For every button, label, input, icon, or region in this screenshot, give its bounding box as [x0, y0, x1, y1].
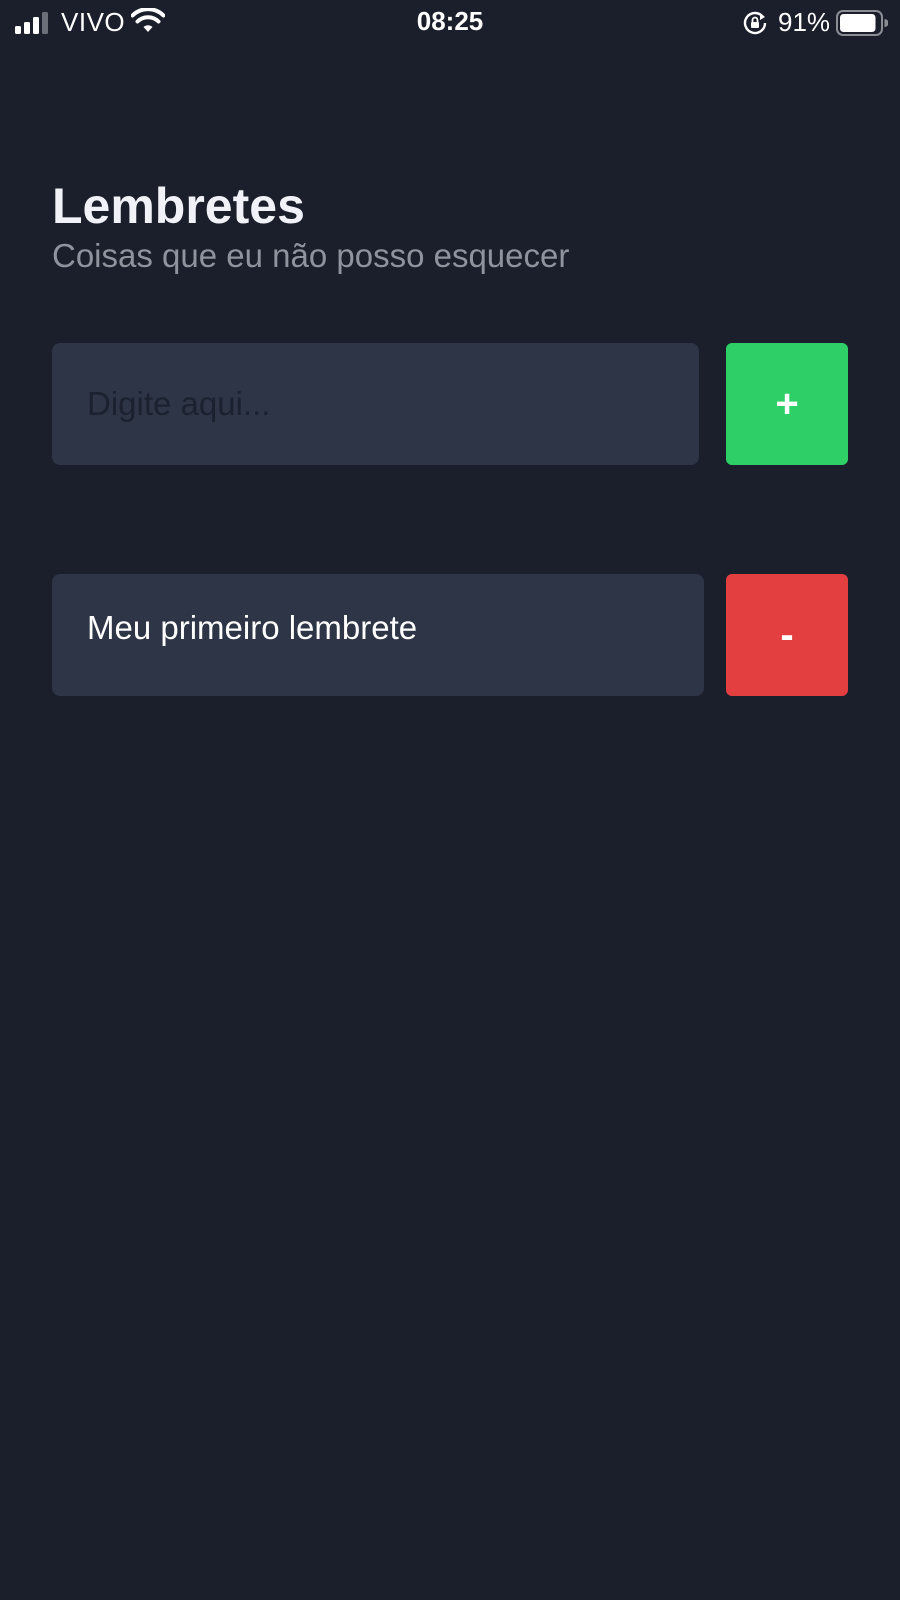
list-item: Meu primeiro lembrete: [52, 574, 704, 696]
remove-reminder-button[interactable]: -: [726, 574, 848, 696]
battery-icon: [836, 10, 888, 36]
reminder-text: Meu primeiro lembrete: [87, 609, 418, 646]
status-bar: VIVO 08:25 91%: [0, 0, 900, 46]
page-subtitle: Coisas que eu não posso esquecer: [52, 237, 570, 274]
rotation-lock-icon: [743, 11, 767, 35]
battery-percent: 91%: [778, 7, 831, 37]
page-title: Lembretes: [52, 178, 305, 234]
add-reminder-button[interactable]: +: [726, 343, 848, 465]
reminder-input[interactable]: [52, 343, 699, 465]
